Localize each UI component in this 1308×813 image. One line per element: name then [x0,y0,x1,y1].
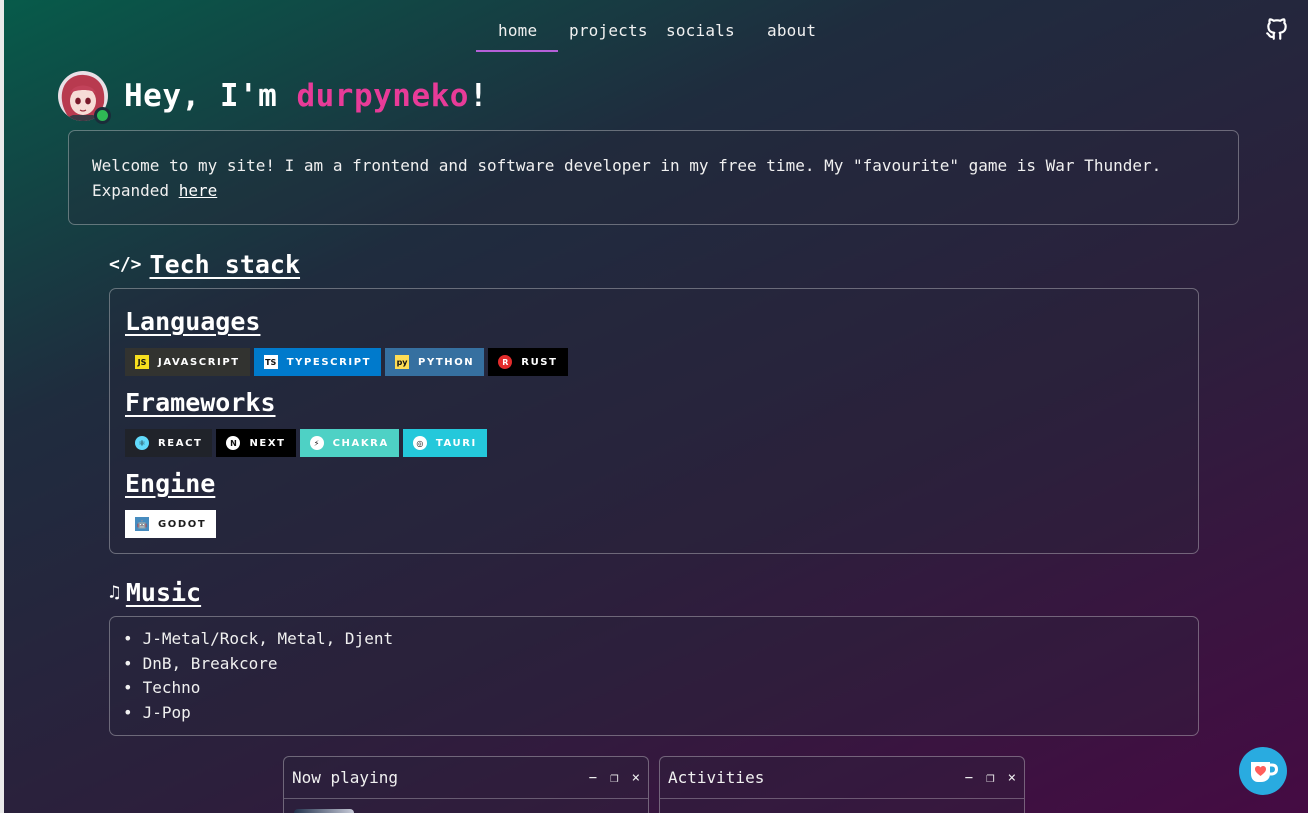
now-playing-title: Now playing [292,768,398,787]
page-title: Hey, I'm durpyneko! [124,78,488,114]
intro-text: Welcome to my site! I am a frontend and … [92,156,1162,200]
javascript-logo-icon: JS [135,355,149,369]
badge-label: REACT [158,437,203,449]
online-status-indicator [94,107,111,124]
badge-python: py PYTHON [385,348,485,376]
kofi-button[interactable] [1239,747,1287,795]
rust-logo-icon: R [498,355,513,369]
close-icon[interactable]: × [1008,770,1016,786]
kofi-cup-icon [1251,762,1278,782]
music-genre-item: DnB, Breakcore [123,652,1185,677]
engine-heading[interactable]: Engine [125,469,215,498]
now-playing-window: Now playing − ❐ × [283,756,649,813]
music-genre-item: J-Pop [123,701,1185,726]
badge-javascript: JS JAVASCRIPT [125,348,250,376]
badge-label: NEXT [249,437,286,449]
chakra-logo-icon: ⚡ [309,436,324,450]
nav-about[interactable]: about [767,21,816,40]
nav-projects[interactable]: projects [569,21,648,40]
now-playing-titlebar[interactable]: Now playing − ❐ × [284,757,648,799]
typescript-logo-icon: TS [263,355,278,369]
next-logo-icon: N [226,436,241,450]
username-highlight: durpyneko [296,78,469,114]
github-icon[interactable] [1264,16,1290,42]
badge-chakra: ⚡ CHAKRA [299,429,399,457]
minimize-icon[interactable]: − [965,770,973,786]
react-logo-icon: ⚛ [135,436,149,450]
album-art-thumbnail [294,809,354,813]
badge-next: N NEXT [216,429,296,457]
close-icon[interactable]: × [632,770,640,786]
badge-label: CHAKRA [332,437,389,449]
music-heading: ♫ Music [109,578,201,607]
badge-label: RUST [521,356,558,368]
badge-typescript: TS TYPESCRIPT [253,348,382,376]
intro-card: Welcome to my site! I am a frontend and … [68,130,1239,225]
exclamation-text: ! [468,78,489,114]
minimize-icon[interactable]: − [589,770,597,786]
maximize-icon[interactable]: ❐ [986,770,994,786]
frameworks-heading[interactable]: Frameworks [125,388,276,417]
godot-logo-icon: 🤖 [135,517,149,531]
badge-godot: 🤖 GODOT [125,510,217,538]
frameworks-badges: ⚛ REACT N NEXT ⚡ CHAKRA ◎ TAURI [125,429,487,457]
badge-react: ⚛ REACT [125,429,213,457]
tech-stack-heading: </> Tech stack [109,250,300,279]
badge-tauri: ◎ TAURI [402,429,487,457]
activities-title: Activities [668,768,765,787]
window-edge [0,0,4,813]
badge-rust: R RUST [488,348,568,376]
nav-home[interactable]: home [498,21,537,40]
greeting-text: Hey, I'm [124,78,297,114]
intro-expanded-link[interactable]: here [179,181,218,200]
activities-window: Activities − ❐ × [659,756,1025,813]
tauri-logo-icon: ◎ [412,436,427,450]
music-heading-label[interactable]: Music [126,578,201,607]
nav-active-indicator [476,50,558,52]
badge-label: JAVASCRIPT [158,356,240,368]
activities-titlebar[interactable]: Activities − ❐ × [660,757,1024,799]
badge-label: PYTHON [418,356,475,368]
music-list: J-Metal/Rock, Metal, Djent DnB, Breakcor… [109,616,1199,736]
languages-badges: JS JAVASCRIPT TS TYPESCRIPT py PYTHON R RUST [125,348,568,376]
tech-stack-card: Languages JS JAVASCRIPT TS TYPESCRIPT py PYTH… [109,288,1199,554]
maximize-icon[interactable]: ❐ [610,770,618,786]
music-genre-item: Techno [123,676,1185,701]
python-logo-icon: py [395,355,410,369]
tech-stack-heading-label[interactable]: Tech stack [150,250,301,279]
languages-heading[interactable]: Languages [125,307,260,336]
badge-label: GODOT [158,518,207,530]
code-icon: </> [109,254,142,275]
badge-label: TAURI [435,437,477,449]
music-note-icon: ♫ [109,582,120,603]
engine-badges: 🤖 GODOT [125,510,217,538]
badge-label: TYPESCRIPT [286,356,372,368]
music-genre-item: J-Metal/Rock, Metal, Djent [123,627,1185,652]
top-nav: home projects socials about [0,0,1308,54]
nav-socials[interactable]: socials [666,21,735,40]
